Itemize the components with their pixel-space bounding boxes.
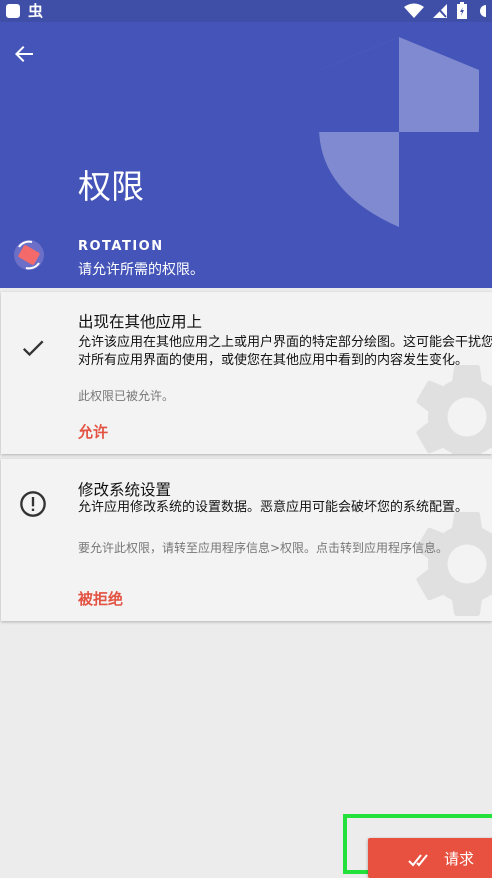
signal-icon xyxy=(433,4,447,18)
check-icon xyxy=(22,340,44,357)
shield-icon xyxy=(319,37,479,227)
request-button-label: 请求 xyxy=(444,850,475,868)
permission-status: 要允许此权限，请转至应用程序信息>权限。点击转到应用程序信息。 xyxy=(78,541,449,555)
header: 权限 ROTATION 请允许所需的权限。 xyxy=(0,22,492,288)
app-name: ROTATION xyxy=(78,239,164,254)
permission-description: 允许应用修改系统的设置数据。恶意应用可能会破坏您的系统配置。 xyxy=(78,500,469,515)
back-arrow-icon[interactable] xyxy=(12,42,36,66)
page-title: 权限 xyxy=(78,167,144,206)
notification-square-icon xyxy=(6,4,20,18)
status-right xyxy=(404,2,486,20)
permission-title: 出现在其他应用上 xyxy=(78,313,203,331)
permission-description: 允许该应用在其他应用之上或用户界面的特定部分绘图。这可能会干扰您对所有应用界面的… xyxy=(78,335,492,368)
wifi-icon xyxy=(404,3,424,18)
status-bar: 虫 xyxy=(0,0,492,22)
app-subtitle: 请允许所需的权限。 xyxy=(78,262,204,278)
battery-icon xyxy=(457,2,467,19)
request-button[interactable]: 请求 xyxy=(368,838,492,878)
status-circle-icon xyxy=(480,5,486,17)
permission-card-overlay[interactable]: 出现在其他应用上 允许该应用在其他应用之上或用户界面的特定部分绘图。这可能会干扰… xyxy=(1,292,492,454)
permission-title: 修改系统设置 xyxy=(78,481,172,499)
status-left: 虫 xyxy=(6,2,43,20)
check-all-icon xyxy=(408,854,428,867)
permission-card-write-settings[interactable]: 修改系统设置 允许应用修改系统的设置数据。恶意应用可能会破坏您的系统配置。 要允… xyxy=(1,459,492,621)
gear-icon xyxy=(416,511,492,616)
permission-status: 此权限已被允许。 xyxy=(78,389,175,403)
status-app-glyph: 虫 xyxy=(28,2,44,20)
permission-action-denied[interactable]: 被拒绝 xyxy=(78,588,123,609)
alert-circle-icon xyxy=(20,491,46,517)
permission-action-allow[interactable]: 允许 xyxy=(78,421,108,442)
app-icon xyxy=(14,240,44,270)
